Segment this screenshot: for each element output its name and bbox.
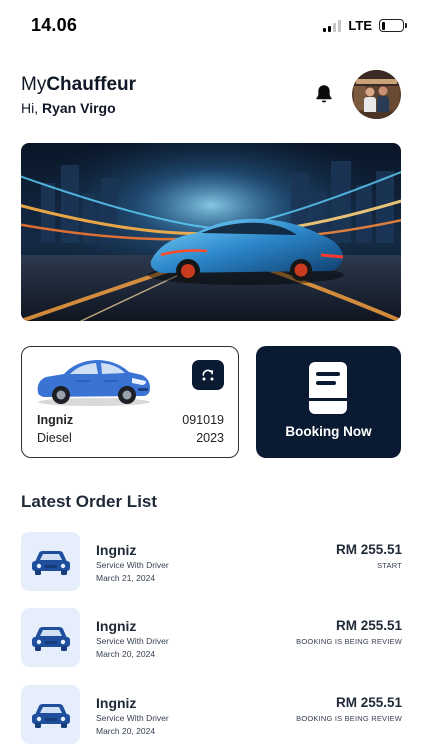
battery-icon	[379, 19, 407, 32]
order-price: RM 255.51	[335, 618, 402, 633]
status-bar: 14.06 LTE	[0, 0, 422, 50]
car-image	[34, 355, 152, 407]
header: MyChauffeur Hi, Ryan Virgo	[21, 74, 136, 116]
vehicle-card[interactable]: Ingniz 091019 Diesel 2023	[21, 346, 239, 458]
document-icon	[307, 362, 349, 414]
order-date: March 21, 2024	[96, 573, 156, 583]
section-title: Latest Order List	[21, 492, 158, 511]
swap-vehicle-icon	[202, 369, 214, 381]
avatar[interactable]	[352, 70, 401, 119]
vehicle-row-primary: Ingniz 091019	[37, 413, 224, 427]
order-name: Ingniz	[96, 542, 137, 558]
order-item[interactable]: Ingniz Service With Driver March 20, 202…	[21, 685, 402, 747]
order-date: March 20, 2024	[96, 649, 156, 659]
vehicle-fuel: Diesel	[37, 431, 72, 445]
signal-icon	[323, 19, 342, 32]
vehicle-plate: 091019	[182, 413, 224, 427]
order-item[interactable]: Ingniz Service With Driver March 21, 202…	[21, 532, 402, 594]
booking-now-button[interactable]: Booking Now	[256, 346, 401, 458]
hero-banner-image	[21, 143, 401, 321]
app-title-bold: Chauffeur	[46, 74, 137, 95]
app-title: MyChauffeur	[21, 74, 136, 96]
order-name: Ingniz	[96, 618, 137, 634]
order-status: START	[377, 561, 402, 570]
order-service: Service With Driver	[96, 560, 169, 570]
order-service: Service With Driver	[96, 636, 169, 646]
vehicle-row-secondary: Diesel 2023	[37, 431, 224, 445]
car-icon	[21, 685, 80, 744]
order-item[interactable]: Ingniz Service With Driver March 20, 202…	[21, 608, 402, 670]
order-status: BOOKING IS BEING REVIEW	[296, 714, 402, 723]
order-service: Service With Driver	[96, 713, 169, 723]
bell-icon[interactable]	[313, 83, 335, 105]
order-date: March 20, 2024	[96, 726, 156, 736]
vehicle-year: 2023	[196, 431, 224, 445]
greeting: Hi, Ryan Virgo	[21, 100, 136, 116]
order-price: RM 255.51	[335, 695, 402, 710]
order-status: BOOKING IS BEING REVIEW	[296, 637, 402, 646]
status-indicators: LTE	[323, 18, 407, 33]
car-icon	[21, 608, 80, 667]
battery-level	[381, 21, 385, 30]
swap-vehicle-button[interactable]	[192, 360, 224, 390]
order-price: RM 255.51	[335, 542, 402, 557]
vehicle-model: Ingniz	[37, 413, 74, 427]
status-time: 14.06	[31, 15, 78, 35]
booking-now-label: Booking Now	[285, 424, 372, 439]
greeting-prefix: Hi,	[21, 100, 42, 116]
order-name: Ingniz	[96, 695, 137, 711]
user-name: Ryan Virgo	[42, 100, 116, 116]
car-icon	[21, 532, 80, 591]
network-label: LTE	[348, 18, 372, 33]
app-title-prefix: My	[21, 74, 47, 95]
